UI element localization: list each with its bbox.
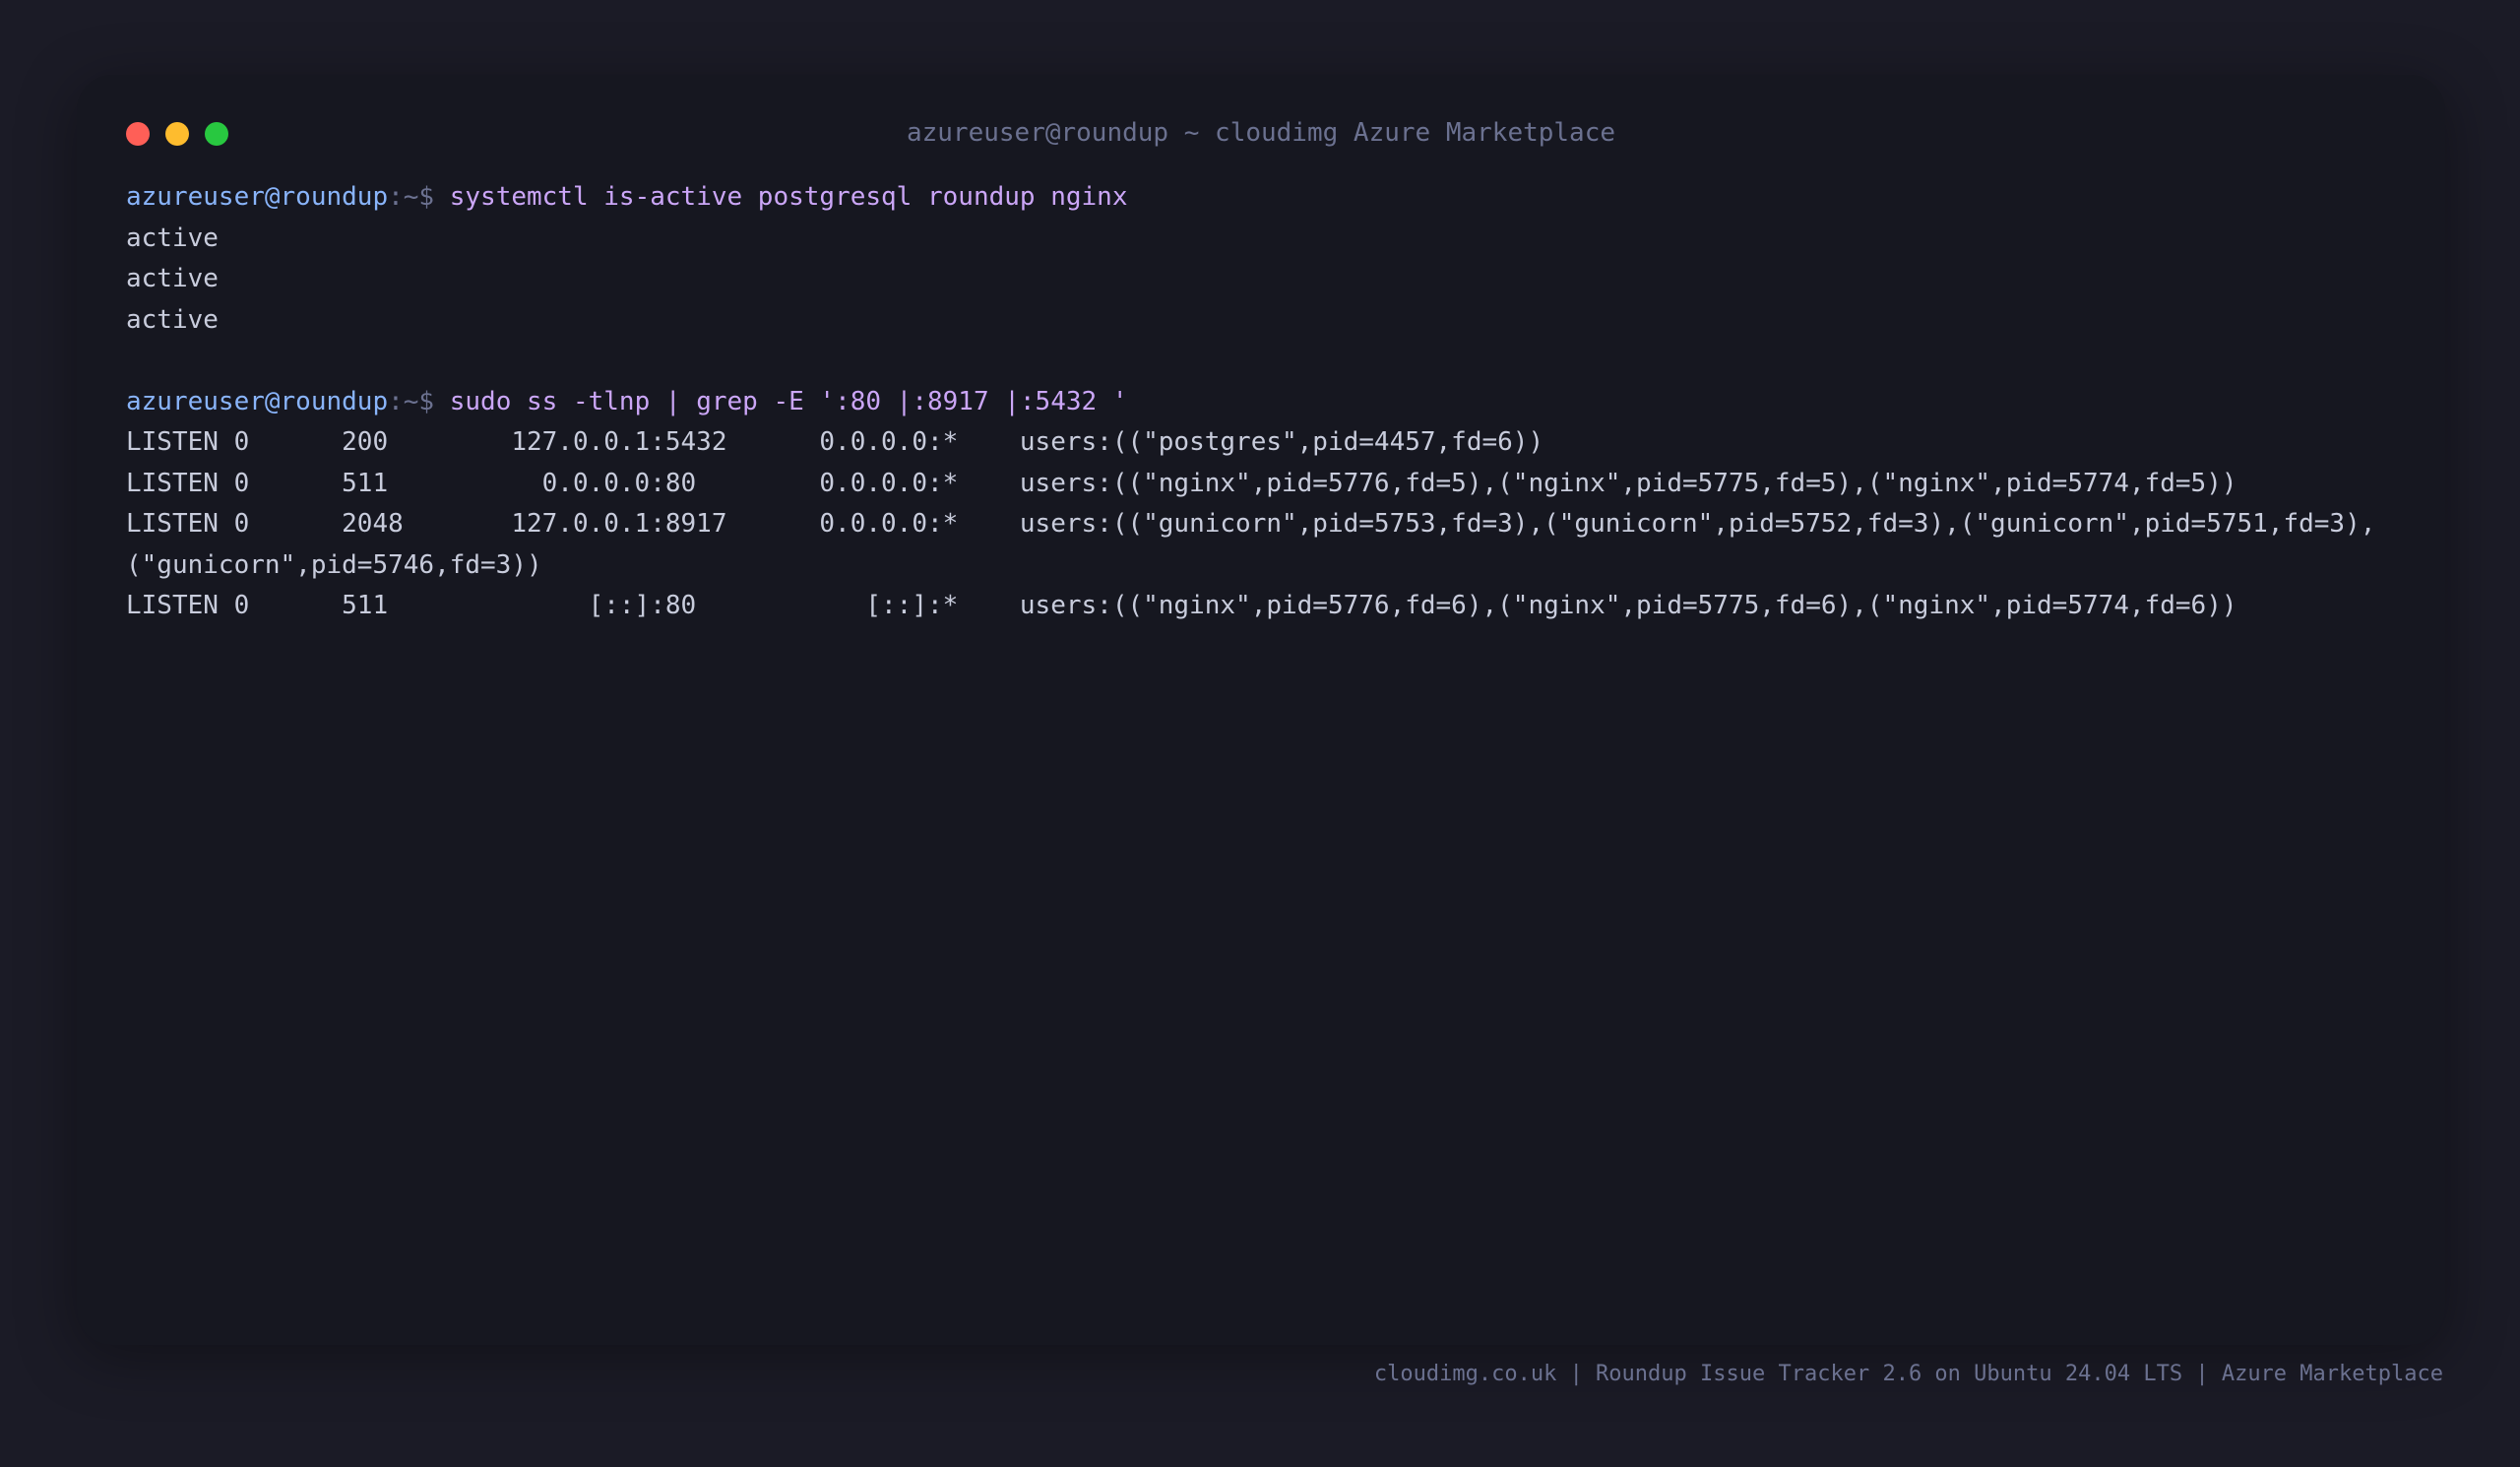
prompt-path: :~$ (388, 182, 450, 212)
output-line: active (126, 223, 219, 253)
footer-caption: cloudimg.co.uk | Roundup Issue Tracker 2… (1373, 1362, 2443, 1386)
window-title: azureuser@roundup ~ cloudimg Azure Marke… (906, 118, 1616, 148)
output-line: LISTEN 0 2048 127.0.0.1:8917 0.0.0.0:* u… (126, 509, 2376, 580)
terminal-output[interactable]: azureuser@roundup:~$ systemctl is-active… (126, 177, 2420, 627)
output-line: LISTEN 0 511 [::]:80 [::]:* users:(("ngi… (126, 591, 2237, 620)
command-text: sudo ss -tlnp | grep -E ':80 |:8917 |:54… (449, 386, 1128, 416)
output-line: active (126, 304, 219, 335)
prompt-user: azureuser@roundup (126, 386, 389, 416)
title-bar: azureuser@roundup ~ cloudimg Azure Marke… (77, 75, 2445, 193)
output-line: active (126, 264, 219, 293)
output-line: LISTEN 0 511 0.0.0.0:80 0.0.0.0:* users:… (126, 468, 2237, 498)
prompt-line: azureuser@roundup:~$ sudo ss -tlnp | gre… (126, 382, 2420, 423)
prompt-line: azureuser@roundup:~$ systemctl is-active… (126, 177, 2420, 219)
terminal-window: azureuser@roundup ~ cloudimg Azure Marke… (77, 75, 2445, 1345)
command-text: systemctl is-active postgresql roundup n… (449, 182, 1128, 212)
output-line: LISTEN 0 200 127.0.0.1:5432 0.0.0.0:* us… (126, 427, 1544, 457)
prompt-path: :~$ (388, 386, 450, 416)
prompt-user: azureuser@roundup (126, 182, 389, 212)
